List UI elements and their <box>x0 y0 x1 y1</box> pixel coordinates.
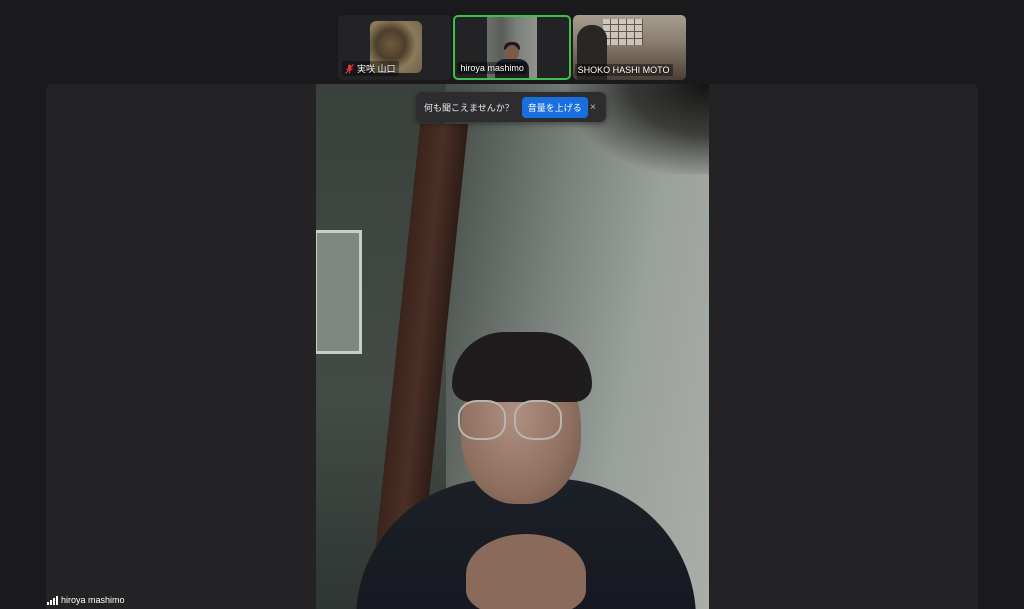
participant-strip: 実咲 山口 hiroya mashimo SHOKO HASHI MOTO <box>338 15 686 80</box>
glasses-left-lens <box>458 400 506 440</box>
wall-frame <box>316 230 362 354</box>
speaker-name: hiroya mashimo <box>61 595 125 605</box>
audio-check-prompt: 何も聞こえませんか？ 音量を上げる × <box>416 92 606 122</box>
participant-tile[interactable]: SHOKO HASHI MOTO <box>572 15 686 80</box>
speaker-hair <box>452 332 592 402</box>
meeting-window: 実咲 山口 hiroya mashimo SHOKO HASHI MOTO 何も… <box>0 0 1024 609</box>
connection-signal-icon <box>47 595 58 605</box>
participant-name: hiroya mashimo <box>460 63 524 73</box>
close-icon[interactable]: × <box>588 102 598 113</box>
participant-tile-active[interactable]: hiroya mashimo <box>453 15 571 80</box>
increase-volume-button[interactable]: 音量を上げる <box>521 96 588 118</box>
participant-name-tag: 実咲 山口 <box>342 61 399 76</box>
speaker-name-tag: hiroya mashimo <box>47 595 125 605</box>
microphone-muted-icon <box>345 63 354 74</box>
participant-name: 実咲 山口 <box>357 64 396 74</box>
participant-name-tag: SHOKO HASHI MOTO <box>574 64 673 76</box>
main-speaker-video[interactable] <box>316 84 709 609</box>
audio-prompt-message: 何も聞こえませんか？ <box>424 102 514 113</box>
shoji-screen <box>602 19 643 45</box>
participant-tile[interactable]: 実咲 山口 <box>338 15 452 80</box>
speaker-stage <box>46 84 978 609</box>
glasses-right-lens <box>514 400 562 440</box>
speaker-hand <box>466 534 586 609</box>
participant-name-tag: hiroya mashimo <box>457 62 527 74</box>
participant-name: SHOKO HASHI MOTO <box>577 65 670 75</box>
